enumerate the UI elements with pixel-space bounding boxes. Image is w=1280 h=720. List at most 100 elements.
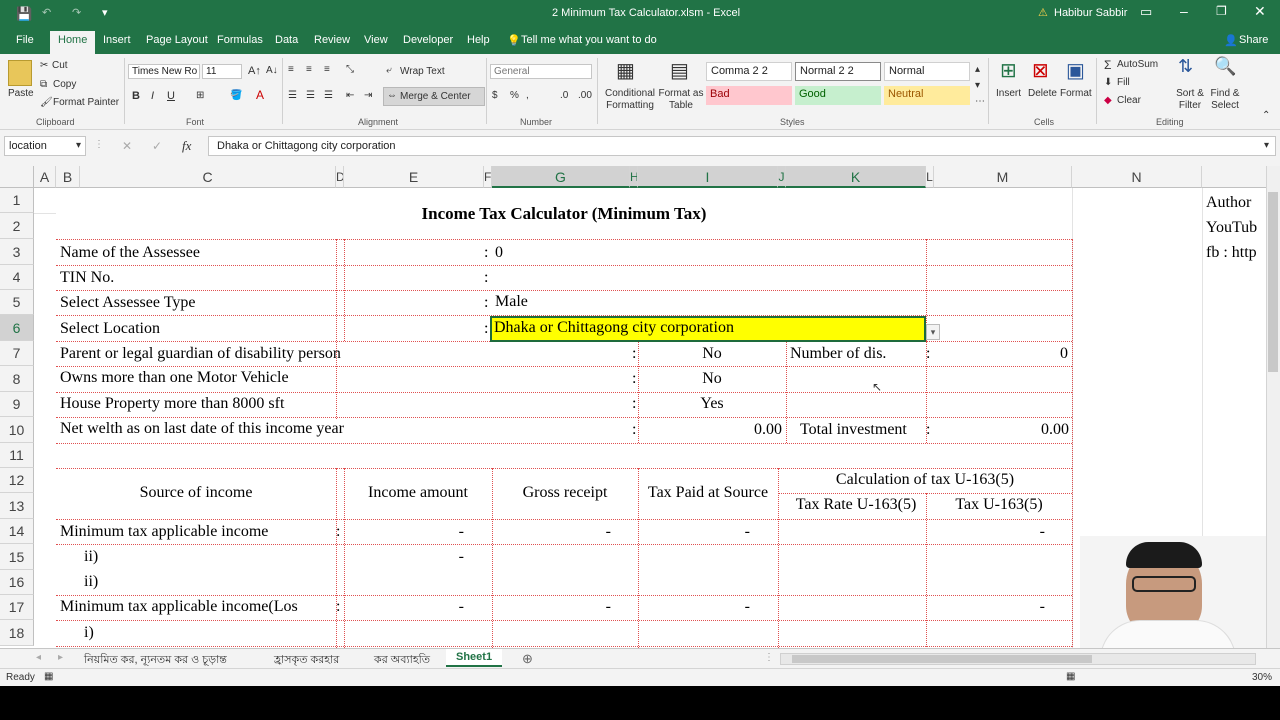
row-header-3[interactable]: 3 [0, 239, 34, 265]
zoom-level[interactable]: 30% [1252, 672, 1272, 683]
user-name[interactable]: Habibur Sabbir [1054, 7, 1127, 19]
formula-bar-options-icon[interactable]: ⋮ [94, 139, 104, 150]
prev-sheet-icon[interactable]: ◂ [36, 652, 41, 663]
format-painter-icon[interactable]: 🖌 [40, 97, 53, 108]
row-header-7[interactable]: 7 [0, 341, 34, 366]
copy-button[interactable]: Copy [53, 79, 76, 90]
align-left-icon[interactable]: ☰ [288, 90, 297, 101]
share-button[interactable]: Share [1239, 34, 1268, 46]
paste-button[interactable]: Paste [8, 88, 34, 99]
column-header-b[interactable]: B [56, 166, 80, 188]
label-house-property[interactable]: House Property more than 8000 sft [60, 395, 284, 413]
label-tin[interactable]: TIN No. [60, 269, 114, 287]
share-icon[interactable]: 👤 [1224, 34, 1238, 47]
tab-scroll-options-icon[interactable]: ⋮ [764, 652, 774, 663]
value-motor-vehicle[interactable]: No [638, 370, 786, 388]
cut-button[interactable]: Cut [52, 60, 68, 71]
column-header-d[interactable]: D [336, 166, 344, 188]
sort-filter-icon[interactable]: ⇅ [1178, 56, 1193, 77]
value-house-property[interactable]: Yes [638, 395, 786, 413]
r17-tax-paid[interactable]: - [638, 598, 750, 616]
name-box[interactable]: location [4, 136, 86, 156]
autosum-icon[interactable]: Σ [1104, 58, 1111, 72]
styles-scroll-up-icon[interactable]: ▴ [975, 64, 980, 75]
label-number-of-disabled[interactable]: Number of dis. [790, 345, 886, 363]
fill-button[interactable]: Fill [1117, 77, 1130, 88]
column-header-l[interactable]: L [926, 166, 934, 188]
cut-icon[interactable]: ✂ [40, 60, 48, 71]
fill-color-icon[interactable]: 🪣 [230, 90, 242, 101]
tab-data[interactable]: Data [275, 34, 298, 46]
conditional-formatting-button[interactable]: Conditional Formatting [602, 88, 658, 112]
paste-icon[interactable] [8, 60, 32, 86]
value-total-investment[interactable]: 0.00 [934, 421, 1069, 439]
tab-review[interactable]: Review [314, 34, 350, 46]
row-header-14[interactable]: 14 [0, 519, 34, 544]
wrap-text-button[interactable]: Wrap Text [400, 66, 445, 77]
column-header-o[interactable] [1202, 166, 1268, 188]
label-r15[interactable]: ii) [84, 548, 98, 566]
undo-icon[interactable]: ↶ [42, 6, 51, 19]
header-tax-paid-at-source[interactable]: Tax Paid at Source [638, 484, 778, 502]
close-icon[interactable]: ✕ [1254, 3, 1266, 20]
align-top-icon[interactable]: ≡ [288, 64, 294, 75]
quick-access-dropdown-icon[interactable]: ▾ [102, 6, 108, 19]
style-comma-2-2[interactable]: Comma 2 2 [706, 62, 792, 81]
delete-cells-button[interactable]: Delete [1028, 88, 1057, 99]
row-header-18[interactable]: 18 [0, 620, 34, 646]
insert-function-icon[interactable]: fx [182, 138, 191, 154]
header-tax-rate[interactable]: Tax Rate U-163(5) [778, 496, 934, 514]
tab-file[interactable]: File [16, 34, 34, 46]
style-good[interactable]: Good [795, 86, 881, 105]
header-calculation-of-tax[interactable]: Calculation of tax U-163(5) [778, 471, 1072, 489]
style-bad[interactable]: Bad [706, 86, 792, 105]
styles-scroll-down-icon[interactable]: ▾ [975, 80, 980, 91]
column-header-a[interactable]: A [34, 166, 56, 188]
header-gross-receipt[interactable]: Gross receipt [492, 484, 638, 502]
r17-tax-amount[interactable]: - [934, 598, 1045, 616]
conditional-formatting-icon[interactable]: ▦ [616, 58, 635, 83]
row-header-6[interactable]: 6 [0, 315, 34, 341]
value-location[interactable]: Dhaka or Chittagong city corporation [494, 319, 734, 337]
tell-me-search[interactable]: Tell me what you want to do [521, 34, 657, 46]
italic-button[interactable]: I [151, 90, 154, 102]
increase-decimal-icon[interactable]: .0 [560, 90, 568, 101]
row-header-4[interactable]: 4 [0, 265, 34, 290]
worksheet-grid[interactable]: A B C D E F G H I J K L M N 1 2 3 4 5 6 … [0, 166, 1280, 648]
row-header-13[interactable]: 13 [0, 493, 34, 519]
sheet-tab-sheet1[interactable]: Sheet1 [446, 649, 503, 667]
row-header-12[interactable]: 12 [0, 468, 34, 493]
delete-cells-icon[interactable]: ⊠ [1032, 58, 1049, 83]
label-net-wealth[interactable]: Net welth as on last date of this income… [60, 420, 344, 438]
tab-view[interactable]: View [364, 34, 388, 46]
horizontal-scrollbar-thumb[interactable] [792, 655, 1092, 663]
label-assessee-type[interactable]: Select Assessee Type [60, 294, 195, 312]
label-location[interactable]: Select Location [60, 320, 160, 338]
column-header-c[interactable]: C [80, 166, 336, 188]
tab-home[interactable]: Home [50, 31, 96, 54]
font-size-box[interactable]: 11 [202, 64, 242, 79]
format-cells-button[interactable]: Format [1060, 88, 1092, 99]
decrease-decimal-icon[interactable]: .00 [578, 90, 592, 101]
r14-income-amount[interactable]: - [344, 523, 464, 541]
sheet-tab-regular-tax[interactable]: নিয়মিত কর, ন্যূনতম কর ও চূড়ান্ত [74, 649, 237, 667]
row-header-11[interactable]: 11 [0, 443, 34, 468]
format-as-table-button[interactable]: Format as Table [658, 88, 704, 112]
row-header-1[interactable]: 1 [0, 188, 34, 213]
minimize-icon[interactable]: – [1180, 3, 1188, 19]
grow-font-icon[interactable]: A↑ [248, 65, 261, 77]
fill-icon[interactable]: ⬇ [1104, 77, 1112, 88]
row-header-5[interactable]: 5 [0, 290, 34, 315]
percent-icon[interactable]: % [510, 90, 519, 101]
r14-tax-amount[interactable]: - [934, 523, 1045, 541]
column-header-j[interactable]: J [778, 166, 786, 188]
header-income-amount[interactable]: Income amount [344, 484, 492, 502]
row-header-17[interactable]: 17 [0, 595, 34, 620]
copy-icon[interactable]: ⧉ [40, 79, 47, 90]
label-total-investment[interactable]: Total investment [800, 421, 907, 439]
row-header-2[interactable]: 2 [0, 213, 34, 239]
r15-income-amount[interactable]: - [344, 548, 464, 566]
font-name-box[interactable]: Times New Ro [128, 64, 200, 79]
style-normal[interactable]: Normal [884, 62, 970, 81]
tab-insert[interactable]: Insert [103, 34, 131, 46]
